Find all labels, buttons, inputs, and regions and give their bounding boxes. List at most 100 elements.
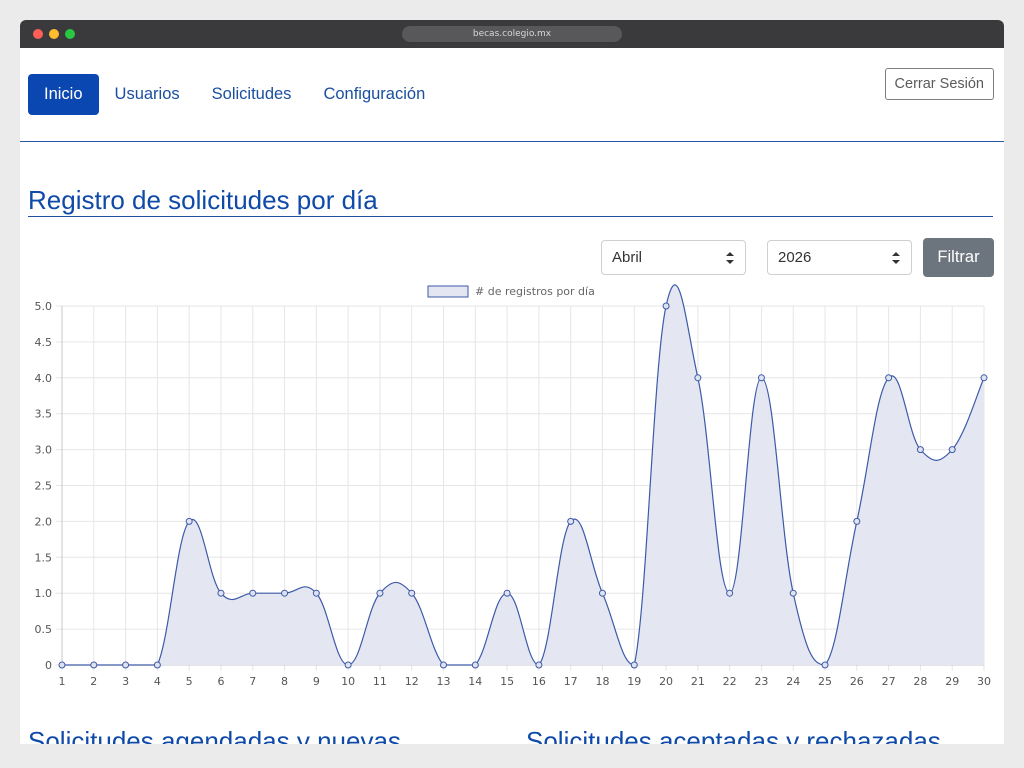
page-title: Registro de solicitudes por día [28, 184, 993, 217]
data-point[interactable] [630, 661, 638, 669]
section-title-aceptadas: Solicitudes aceptadas y rechazadas [526, 726, 941, 744]
x-tick-label: 14 [468, 675, 482, 688]
x-tick-label: 17 [564, 675, 578, 688]
x-tick-label: 29 [945, 675, 959, 688]
data-point[interactable] [662, 302, 670, 310]
legend-swatch [427, 285, 469, 298]
x-tick-label: 21 [691, 675, 705, 688]
minimize-window-icon[interactable] [49, 29, 59, 39]
x-tick-label: 4 [154, 675, 161, 688]
address-bar[interactable]: becas.colegio.mx [402, 26, 622, 42]
x-tick-label: 12 [405, 675, 419, 688]
month-select[interactable]: Abril [601, 240, 746, 275]
browser-titlebar: becas.colegio.mx [20, 20, 1004, 48]
y-tick-label: 3.5 [35, 408, 53, 421]
chart-legend[interactable]: # de registros por día [427, 285, 595, 298]
data-point[interactable] [503, 589, 511, 597]
data-point[interactable] [980, 374, 988, 382]
close-window-icon[interactable] [33, 29, 43, 39]
data-point[interactable] [471, 661, 479, 669]
data-point[interactable] [535, 661, 543, 669]
section-title-agendadas: Solicitudes agendadas y nuevas [28, 726, 401, 744]
nav-item-configuracion[interactable]: Configuración [307, 74, 441, 115]
data-point[interactable] [853, 517, 861, 525]
x-tick-label: 13 [437, 675, 451, 688]
data-point[interactable] [821, 661, 829, 669]
browser-window: becas.colegio.mx Inicio Usuarios Solicit… [20, 20, 1004, 744]
top-navbar: Inicio Usuarios Solicitudes Configuració… [20, 48, 1004, 142]
x-tick-label: 9 [313, 675, 320, 688]
nav-item-solicitudes[interactable]: Solicitudes [196, 74, 308, 115]
data-point[interactable] [281, 589, 289, 597]
data-point[interactable] [948, 446, 956, 454]
x-tick-label: 19 [627, 675, 641, 688]
x-tick-label: 5 [186, 675, 193, 688]
y-tick-label: 4.0 [35, 372, 53, 385]
legend-label: # de registros por día [475, 285, 595, 298]
data-point[interactable] [726, 589, 734, 597]
y-tick-label: 0 [45, 659, 52, 672]
x-tick-label: 3 [122, 675, 129, 688]
x-axis-ticks: 1 2 3 4 5 6 7 8 9 10 11 12 13 14 15 16 17 18 19 20 21 22 23 24 2… [59, 675, 992, 688]
x-tick-label: 23 [754, 675, 768, 688]
x-tick-label: 20 [659, 675, 673, 688]
x-tick-label: 10 [341, 675, 355, 688]
y-tick-label: 4.5 [35, 336, 53, 349]
y-tick-label: 5.0 [35, 300, 53, 313]
filter-button[interactable]: Filtrar [923, 238, 994, 277]
x-tick-label: 26 [850, 675, 864, 688]
y-tick-label: 3.0 [35, 444, 53, 457]
data-point[interactable] [885, 374, 893, 382]
year-select-value: 2026 [778, 249, 812, 266]
x-tick-label: 6 [217, 675, 224, 688]
data-point[interactable] [408, 589, 416, 597]
x-tick-label: 1 [59, 675, 66, 688]
x-tick-label: 22 [723, 675, 737, 688]
registrations-chart: 00.51.01.52.02.53.03.54.04.55.0 12345678… [35, 284, 992, 688]
data-point[interactable] [217, 589, 225, 597]
select-arrows-icon [726, 252, 734, 264]
x-tick-label: 28 [913, 675, 927, 688]
data-point[interactable] [376, 589, 384, 597]
y-axis-ticks: 0 0.5 1.0 1.5 2.0 2.5 3.0 3.5 4.0 4.5 5.0 [35, 300, 53, 672]
x-tick-label: 2 [90, 675, 97, 688]
x-tick-label: 24 [786, 675, 800, 688]
month-select-value: Abril [612, 249, 643, 266]
nav-item-usuarios[interactable]: Usuarios [99, 74, 196, 115]
y-tick-label: 0.5 [35, 623, 53, 636]
data-point[interactable] [757, 374, 765, 382]
x-tick-label: 30 [977, 675, 991, 688]
x-tick-label: 7 [249, 675, 256, 688]
data-point[interactable] [916, 446, 924, 454]
data-point[interactable] [185, 517, 193, 525]
y-tick-label: 1.0 [35, 587, 53, 600]
y-tick-label: 2.0 [35, 515, 53, 528]
nav-links: Inicio Usuarios Solicitudes Configuració… [28, 74, 441, 115]
data-point[interactable] [694, 374, 702, 382]
data-point[interactable] [90, 661, 98, 669]
data-point[interactable] [122, 661, 130, 669]
x-tick-label: 16 [532, 675, 546, 688]
data-point[interactable] [344, 661, 352, 669]
y-tick-label: 1.5 [35, 551, 53, 564]
data-point[interactable] [58, 661, 66, 669]
data-point[interactable] [312, 589, 320, 597]
x-tick-label: 25 [818, 675, 832, 688]
maximize-window-icon[interactable] [65, 29, 75, 39]
x-tick-label: 27 [882, 675, 896, 688]
data-point[interactable] [567, 517, 575, 525]
x-tick-label: 8 [281, 675, 288, 688]
data-point[interactable] [249, 589, 257, 597]
x-tick-label: 11 [373, 675, 387, 688]
data-point[interactable] [153, 661, 161, 669]
data-point[interactable] [598, 589, 606, 597]
data-point[interactable] [440, 661, 448, 669]
year-select[interactable]: 2026 [767, 240, 912, 275]
logout-button[interactable]: Cerrar Sesión [884, 68, 994, 100]
select-arrows-icon [892, 252, 900, 264]
data-point[interactable] [789, 589, 797, 597]
x-tick-label: 15 [500, 675, 514, 688]
y-tick-label: 2.5 [35, 480, 53, 493]
x-tick-label: 18 [595, 675, 609, 688]
nav-item-inicio[interactable]: Inicio [28, 74, 99, 115]
